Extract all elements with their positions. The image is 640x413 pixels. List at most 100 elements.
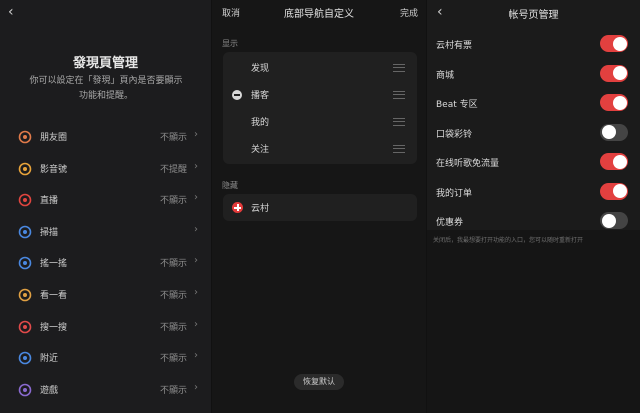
feature-label: 遊戲	[40, 385, 59, 396]
description-line-2: 功能和提醒。	[78, 91, 133, 101]
shake-icon	[18, 255, 32, 270]
feature-label: 搜一搜	[40, 322, 68, 333]
feature-label: 看一看	[40, 291, 68, 301]
nav-item[interactable]: 播客	[223, 81, 417, 107]
chevron-right-icon: ›	[194, 381, 198, 393]
nearby-icon	[18, 350, 32, 365]
toggle-knob	[612, 184, 627, 198]
toggle-knob	[612, 66, 627, 80]
nav-item-label: 云村	[251, 204, 270, 214]
channels-icon	[18, 161, 32, 175]
back-icon[interactable]: ‹	[8, 4, 14, 20]
feature-label: 掃描	[40, 227, 59, 238]
feature-row[interactable]: 搖一搖 不顯示 ›	[0, 252, 211, 272]
toggle-switch[interactable]	[600, 64, 628, 82]
header-bar: 取消 底部导航自定义 完成	[212, 0, 426, 26]
shown-items-card: 发现 播客 我的 关注	[223, 52, 417, 164]
feature-row[interactable]: 看一看 不顯示 ›	[0, 284, 211, 304]
drag-handle-icon[interactable]	[393, 91, 405, 99]
account-page-settings-panel: ‹ 帐号页管理 云村有票 商城 Beat 专区 口袋彩铃 在线听歌免流量 我的订单 优惠券 …	[427, 0, 640, 413]
feature-row[interactable]: 附近 不顯示 ›	[0, 347, 211, 367]
nav-item-label: 我的	[251, 118, 270, 128]
chevron-right-icon: ›	[194, 255, 198, 267]
toggle-label: 商城	[436, 70, 455, 81]
done-button[interactable]: 完成	[400, 6, 418, 19]
toggle-label: 口袋彩铃	[436, 129, 473, 140]
feature-status: 不顯示	[159, 133, 187, 143]
toggle-switch[interactable]	[600, 212, 628, 229]
feature-row[interactable]: 朋友圈 不顯示 ›	[0, 126, 211, 146]
toggle-knob	[612, 154, 627, 169]
toggle-row: 云村有票	[427, 30, 640, 58]
toggle-row: 在线听歌免流量	[427, 148, 640, 176]
page-title: 發現頁管理	[72, 56, 138, 71]
toggle-switch[interactable]	[600, 94, 628, 111]
hidden-items-card: 云村	[223, 194, 417, 221]
toggle-switch[interactable]	[600, 182, 628, 200]
chevron-right-icon: ›	[194, 129, 198, 140]
toggle-row: 我的订单	[427, 178, 640, 206]
toggle-row: Beat 专区	[427, 89, 640, 117]
toggle-switch[interactable]	[600, 153, 628, 170]
footnote: 关闭后，我最想要打开功能的入口，您可以随时重新打开	[433, 237, 584, 244]
drag-handle-icon[interactable]	[393, 64, 405, 72]
games-icon	[18, 382, 32, 397]
feature-row[interactable]: 掃描 ›	[0, 221, 211, 241]
shown-section-label: 显示	[222, 39, 238, 48]
feature-status: 不顯示	[159, 354, 187, 365]
toggle-switch[interactable]	[600, 35, 628, 52]
bottom-nav-customize-panel: 取消 底部导航自定义 完成 显示 发现播客我的关注 隐藏 云村 恢复默认	[212, 0, 426, 413]
nav-item-label: 播客	[251, 91, 270, 101]
feature-label: 搖一搖	[40, 259, 68, 270]
screenshot-collage: ‹ 發現頁管理 你可以設定在「發現」頁內是否要顯示 功能和提醒。 朋友圈 不顯示 ›…	[0, 0, 640, 413]
toggle-label: 云村有票	[436, 41, 473, 51]
search-icon	[18, 319, 32, 333]
lower-area	[427, 230, 640, 413]
feature-label: 朋友圈	[40, 133, 68, 143]
drag-handle-icon[interactable]	[393, 145, 405, 153]
toggle-knob	[601, 125, 616, 139]
drag-handle-icon[interactable]	[393, 118, 405, 126]
toggle-label: 优惠券	[436, 218, 464, 228]
restore-default-button[interactable]: 恢复默认	[294, 374, 344, 390]
chevron-right-icon: ›	[194, 192, 198, 204]
feature-row[interactable]: 直播 不顯示 ›	[0, 189, 211, 209]
page-title: 帐号页管理	[508, 10, 559, 21]
toggle-row: 商城	[427, 60, 640, 88]
nav-item[interactable]: 关注	[223, 135, 417, 161]
chevron-right-icon: ›	[194, 318, 198, 330]
toggle-knob	[612, 95, 627, 110]
add-icon[interactable]	[232, 202, 243, 213]
nav-item[interactable]: 发现	[223, 54, 417, 80]
feature-row[interactable]: 影音號 不提醒 ›	[0, 158, 211, 178]
feature-status: 不顯示	[159, 196, 187, 207]
feature-status: 不顯示	[159, 322, 187, 333]
toggle-knob	[612, 36, 627, 51]
feature-status: 不提醒	[159, 164, 187, 175]
page-title: 底部导航自定义	[284, 9, 354, 20]
chevron-right-icon: ›	[194, 223, 198, 235]
nav-item-label: 关注	[251, 145, 270, 155]
hidden-section-label: 隐藏	[222, 181, 238, 190]
feature-status: 不顯示	[159, 385, 187, 396]
live-icon	[18, 192, 32, 207]
moments-icon	[18, 129, 32, 144]
scan-icon	[18, 224, 32, 239]
toggle-switch[interactable]	[600, 123, 628, 141]
top-stories-icon	[18, 287, 32, 302]
toggle-row: 口袋彩铃	[427, 119, 640, 147]
feature-label: 附近	[40, 354, 59, 365]
feature-label: 直播	[40, 196, 59, 207]
feature-label: 影音號	[40, 164, 68, 175]
nav-item[interactable]: 我的	[223, 108, 417, 134]
page-description: 你可以設定在「發現」頁內是否要顯示 功能和提醒。	[16, 74, 196, 104]
hidden-nav-item[interactable]: 云村	[223, 194, 417, 220]
toggle-knob	[601, 213, 616, 228]
feature-row[interactable]: 遊戲 不顯示 ›	[0, 379, 211, 399]
feature-row[interactable]: 搜一搜 不顯示 ›	[0, 316, 211, 336]
chevron-right-icon: ›	[194, 287, 198, 298]
discover-page-settings-panel: ‹ 發現頁管理 你可以設定在「發現」頁內是否要顯示 功能和提醒。 朋友圈 不顯示 ›…	[0, 0, 211, 413]
remove-icon[interactable]	[232, 90, 242, 100]
nav-item-label: 发现	[251, 64, 270, 74]
feature-status: 不顯示	[159, 259, 187, 270]
